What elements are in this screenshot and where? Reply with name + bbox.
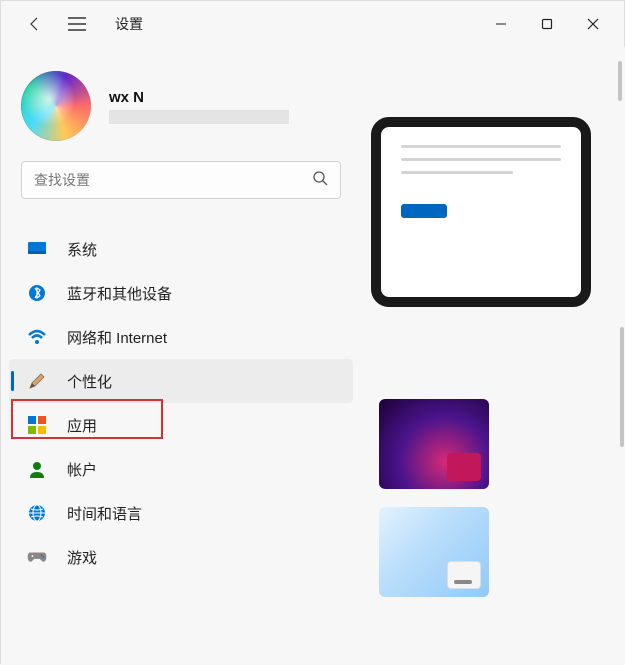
minimize-button[interactable]: [478, 8, 524, 40]
nav-list: 系统 蓝牙和其他设备 网络和 Internet 个性化 应用: [1, 219, 361, 587]
sidebar-item-network[interactable]: 网络和 Internet: [9, 315, 353, 359]
sidebar-item-label: 游戏: [67, 547, 97, 568]
sidebar-item-label: 系统: [67, 239, 97, 260]
sidebar-item-apps[interactable]: 应用: [9, 403, 353, 447]
hamburger-menu-icon[interactable]: [65, 12, 89, 36]
profile-email-placeholder: [109, 110, 289, 124]
avatar: [21, 71, 91, 141]
person-icon: [27, 459, 47, 479]
sidebar-item-time-language[interactable]: 时间和语言: [9, 491, 353, 535]
sidebar-item-accounts[interactable]: 帐户: [9, 447, 353, 491]
bluetooth-icon: [27, 283, 47, 303]
system-icon: [27, 239, 47, 259]
sidebar-item-label: 蓝牙和其他设备: [67, 283, 172, 304]
sidebar-item-label: 时间和语言: [67, 503, 142, 524]
search-input[interactable]: [34, 172, 312, 188]
sidebar-item-personalization[interactable]: 个性化: [9, 359, 353, 403]
scrollbar[interactable]: [618, 61, 622, 101]
profile-name: wx N: [109, 89, 289, 106]
search-box[interactable]: [21, 161, 341, 199]
preview-device-frame: [371, 117, 591, 307]
brush-icon: [27, 371, 47, 391]
sidebar-item-label: 帐户: [67, 459, 97, 480]
sidebar-item-system[interactable]: 系统: [9, 227, 353, 271]
globe-icon: [27, 503, 47, 523]
sidebar-item-gaming[interactable]: 游戏: [9, 535, 353, 579]
profile-section[interactable]: wx N: [1, 47, 361, 161]
back-button[interactable]: [23, 12, 47, 36]
scrollbar[interactable]: [620, 327, 624, 447]
theme-thumbnail[interactable]: [379, 507, 489, 597]
page-title: 设置: [115, 14, 143, 34]
wifi-icon: [27, 327, 47, 347]
close-button[interactable]: [570, 8, 616, 40]
sidebar: wx N 系统 蓝牙和其他设备 网络和 Internet: [1, 47, 361, 665]
maximize-button[interactable]: [524, 8, 570, 40]
sidebar-item-label: 网络和 Internet: [67, 327, 167, 348]
sidebar-item-label: 个性化: [67, 371, 112, 392]
theme-thumbnail[interactable]: [379, 399, 489, 489]
sidebar-item-bluetooth[interactable]: 蓝牙和其他设备: [9, 271, 353, 315]
apps-icon: [27, 415, 47, 435]
search-icon: [312, 170, 328, 191]
content-area: [361, 47, 625, 665]
sidebar-item-label: 应用: [67, 415, 97, 436]
gamepad-icon: [27, 547, 47, 567]
titlebar: 设置: [1, 1, 624, 47]
